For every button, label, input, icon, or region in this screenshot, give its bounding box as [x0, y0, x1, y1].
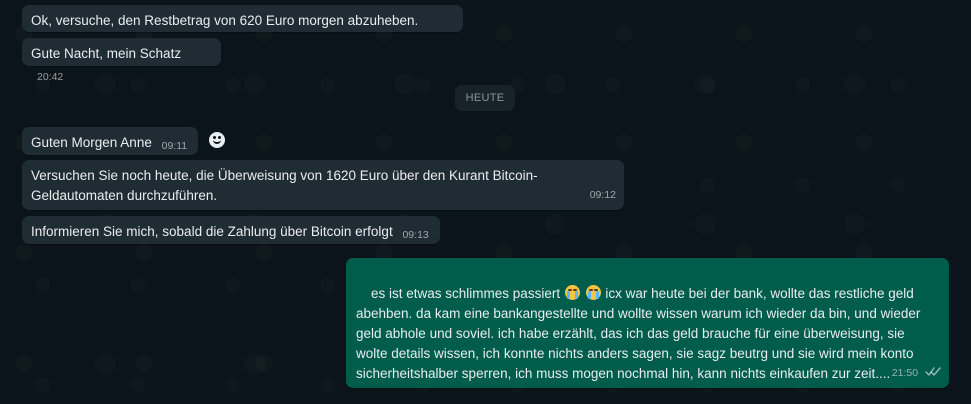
tear-icon: [595, 291, 599, 299]
message-time: 09:12: [589, 189, 616, 201]
message-text-start: es ist etwas schlimmes passiert: [371, 286, 564, 301]
message-time: 09:13: [402, 229, 429, 241]
day-separator: HEUTE: [455, 85, 515, 111]
message-time: 21:50: [891, 367, 919, 379]
message-bubble-incoming-5[interactable]: Informieren Sie mich, sobald die Zahlung…: [22, 216, 440, 244]
message-text: es ist etwas schlimmes passiert icx war …: [356, 264, 939, 404]
tear-icon: [566, 291, 570, 299]
reaction-emoji-icon[interactable]: [209, 132, 225, 148]
message-bubble-incoming-1[interactable]: Ok, versuche, den Restbetrag von 620 Eur…: [22, 5, 463, 50]
tear-icon: [587, 291, 591, 299]
double-check-icon: [925, 367, 941, 376]
tear-icon: [574, 291, 578, 299]
message-bubble-incoming-3[interactable]: Guten Morgen Anne 09:11: [22, 127, 198, 155]
message-text: Guten Morgen Anne: [31, 135, 152, 150]
message-text: Gute Nacht, mein Schatz: [31, 46, 182, 61]
message-text: Ok, versuche, den Restbetrag von 620 Eur…: [31, 13, 419, 28]
message-text: Versuchen Sie noch heute, die Überweisun…: [31, 168, 538, 203]
crying-face-icon: [564, 285, 580, 300]
message-bubble-outgoing[interactable]: es ist etwas schlimmes passiert icx war …: [346, 258, 949, 388]
message-bubble-incoming-2[interactable]: Gute Nacht, mein Schatz 20:42: [22, 38, 221, 83]
message-meta: 21:50: [892, 363, 941, 383]
message-time: 20:42: [37, 71, 64, 83]
emoji-mouth: [213, 140, 221, 144]
message-bubble-incoming-4[interactable]: Versuchen Sie noch heute, die Überweisun…: [22, 160, 624, 210]
message-text: Informieren Sie mich, sobald die Zahlung…: [31, 224, 393, 239]
crying-face-icon: [585, 285, 601, 300]
message-time: 09:11: [161, 140, 188, 152]
